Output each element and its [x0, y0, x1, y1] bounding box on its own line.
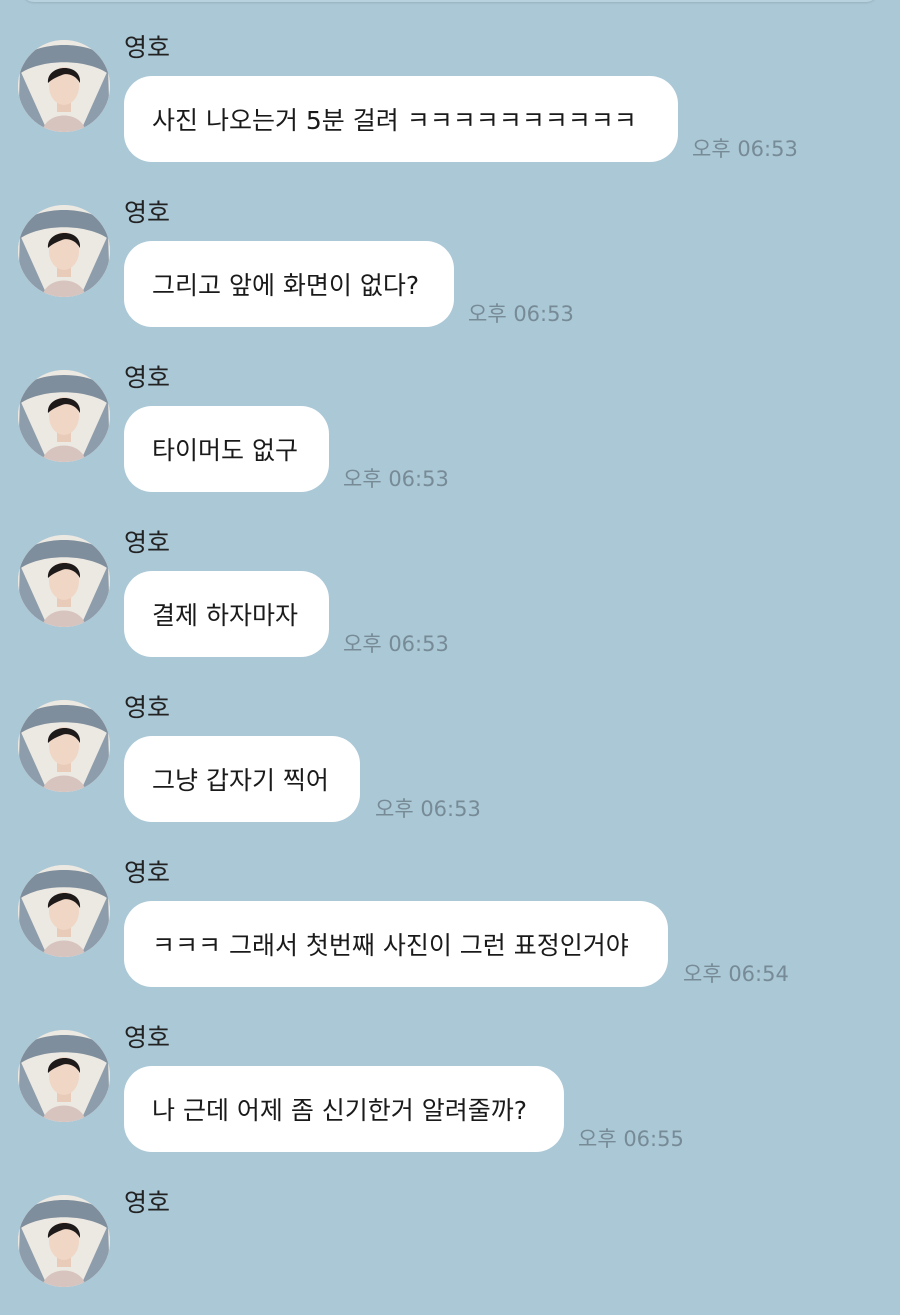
message-row: 영호 결제 하자마자 오후 06:53: [0, 495, 900, 657]
message-row: 영호 사진 나오는거 5분 걸려 ㅋㅋㅋㅋㅋㅋㅋㅋㅋㅋ 오후 06:53: [0, 0, 900, 162]
chat-area[interactable]: 영호 사진 나오는거 5분 걸려 ㅋㅋㅋㅋㅋㅋㅋㅋㅋㅋ 오후 06:53 영호 …: [0, 0, 900, 1287]
message-time: 오후 06:53: [692, 137, 798, 161]
profile-photo-icon: [18, 205, 110, 297]
message-time: 오후 06:54: [683, 962, 789, 986]
avatar[interactable]: [18, 370, 110, 462]
sender-name: 영호: [124, 33, 171, 62]
sender-name: 영호: [124, 363, 171, 392]
message-row: 영호 타이머도 없구 오후 06:53: [0, 330, 900, 492]
avatar[interactable]: [18, 1195, 110, 1287]
avatar[interactable]: [18, 535, 110, 627]
sender-name: 영호: [124, 1023, 171, 1052]
message-bubble[interactable]: 사진 나오는거 5분 걸려 ㅋㅋㅋㅋㅋㅋㅋㅋㅋㅋ: [124, 76, 678, 162]
message-bubble[interactable]: 그냥 갑자기 찍어: [124, 736, 360, 822]
avatar[interactable]: [18, 1030, 110, 1122]
message-bubble[interactable]: 타이머도 없구: [124, 406, 329, 492]
message-time: 오후 06:53: [375, 797, 481, 821]
message-time: 오후 06:53: [468, 302, 574, 326]
profile-photo-icon: [18, 370, 110, 462]
avatar[interactable]: [18, 865, 110, 957]
sender-name: 영호: [124, 693, 171, 722]
message-time: 오후 06:53: [343, 632, 449, 656]
sender-name: 영호: [124, 528, 171, 557]
message-row: 영호 그리고 앞에 화면이 없다? 오후 06:53: [0, 165, 900, 327]
avatar[interactable]: [18, 40, 110, 132]
message-row: 영호 ㅋㅋㅋ 그래서 첫번째 사진이 그런 표정인거야 오후 06:54: [0, 825, 900, 987]
profile-photo-icon: [18, 700, 110, 792]
message-row: 영호 나 근데 어제 좀 신기한거 알려줄까? 오후 06:55: [0, 990, 900, 1152]
message-bubble[interactable]: 결제 하자마자: [124, 571, 329, 657]
sender-name: 영호: [124, 858, 171, 887]
avatar[interactable]: [18, 205, 110, 297]
profile-photo-icon: [18, 1195, 110, 1287]
message-row: 영호 그냥 갑자기 찍어 오후 06:53: [0, 660, 900, 822]
message-bubble[interactable]: ㅋㅋㅋ 그래서 첫번째 사진이 그런 표정인거야: [124, 901, 668, 987]
message-time: 오후 06:55: [578, 1127, 684, 1151]
sender-name: 영호: [124, 1188, 171, 1217]
sender-name: 영호: [124, 198, 171, 227]
profile-photo-icon: [18, 40, 110, 132]
message-row: 영호: [0, 1155, 900, 1315]
profile-photo-icon: [18, 865, 110, 957]
message-bubble[interactable]: 그리고 앞에 화면이 없다?: [124, 241, 454, 327]
message-bubble[interactable]: 나 근데 어제 좀 신기한거 알려줄까?: [124, 1066, 564, 1152]
message-time: 오후 06:53: [343, 467, 449, 491]
profile-photo-icon: [18, 535, 110, 627]
avatar[interactable]: [18, 700, 110, 792]
profile-photo-icon: [18, 1030, 110, 1122]
